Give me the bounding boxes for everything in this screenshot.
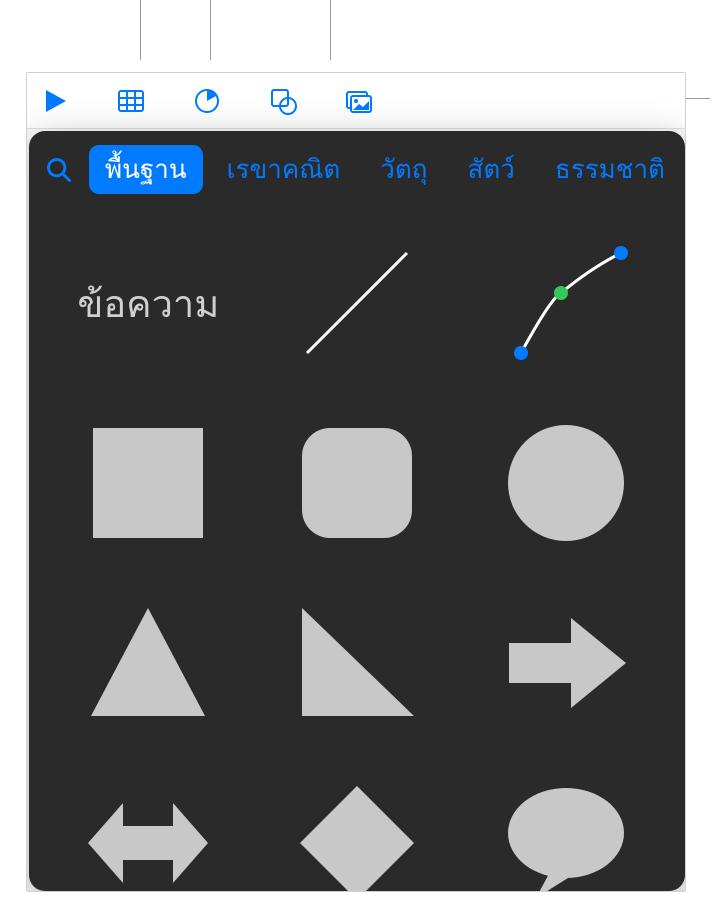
line-icon [292,238,422,368]
tab-basic[interactable]: พื้นฐาน [89,145,203,194]
chart-icon [192,86,222,116]
rounded-square-icon [292,418,422,548]
toolbar [27,73,685,129]
diamond-icon [292,778,422,891]
shapes-grid: ข้อความ [29,208,685,891]
shape-icon [268,86,298,116]
table-icon [116,86,146,116]
curve-icon [501,238,631,368]
tab-nature[interactable]: ธรรมชาติ [539,145,681,194]
play-icon [40,86,70,116]
shape-diamond[interactable] [268,768,447,891]
app-window: พื้นฐาน เรขาคณิต วัตถุ สัตว์ ธรรมชาติ ข้… [26,72,686,892]
shape-curve[interactable] [476,228,655,378]
callout-line-1 [140,0,141,60]
circle-icon [501,418,631,548]
search-button[interactable] [45,153,73,187]
play-button[interactable] [37,83,73,119]
speech-bubble-icon [501,778,631,891]
text-shape-label: ข้อความ [77,273,219,334]
shape-line[interactable] [268,228,447,378]
triangle-icon [83,598,213,728]
tab-animals[interactable]: สัตว์ [452,145,531,194]
shape-arrow-both[interactable] [59,768,238,891]
tab-geometry[interactable]: เรขาคณิต [211,145,357,194]
arrow-both-icon [83,778,213,891]
square-icon [83,418,213,548]
media-icon [344,86,374,116]
shape-button[interactable] [265,83,301,119]
category-tabs: พื้นฐาน เรขาคณิต วัตถุ สัตว์ ธรรมชาติ [29,131,685,208]
popover-arrow [329,131,353,133]
table-button[interactable] [113,83,149,119]
search-icon [45,156,73,184]
shapes-popover: พื้นฐาน เรขาคณิต วัตถุ สัตว์ ธรรมชาติ ข้… [29,131,685,891]
shape-speech-bubble[interactable] [476,768,655,891]
shape-text[interactable]: ข้อความ [59,228,238,378]
callout-line-3 [330,0,331,60]
shape-circle[interactable] [476,408,655,558]
callout-line-2 [210,0,211,60]
arrow-right-icon [501,598,631,728]
media-button[interactable] [341,83,377,119]
chart-button[interactable] [189,83,225,119]
tab-objects[interactable]: วัตถุ [364,145,443,194]
shape-arrow-right[interactable] [476,588,655,738]
shape-rounded-square[interactable] [268,408,447,558]
shape-square[interactable] [59,408,238,558]
shape-right-triangle[interactable] [268,588,447,738]
right-triangle-icon [292,598,422,728]
shape-triangle[interactable] [59,588,238,738]
